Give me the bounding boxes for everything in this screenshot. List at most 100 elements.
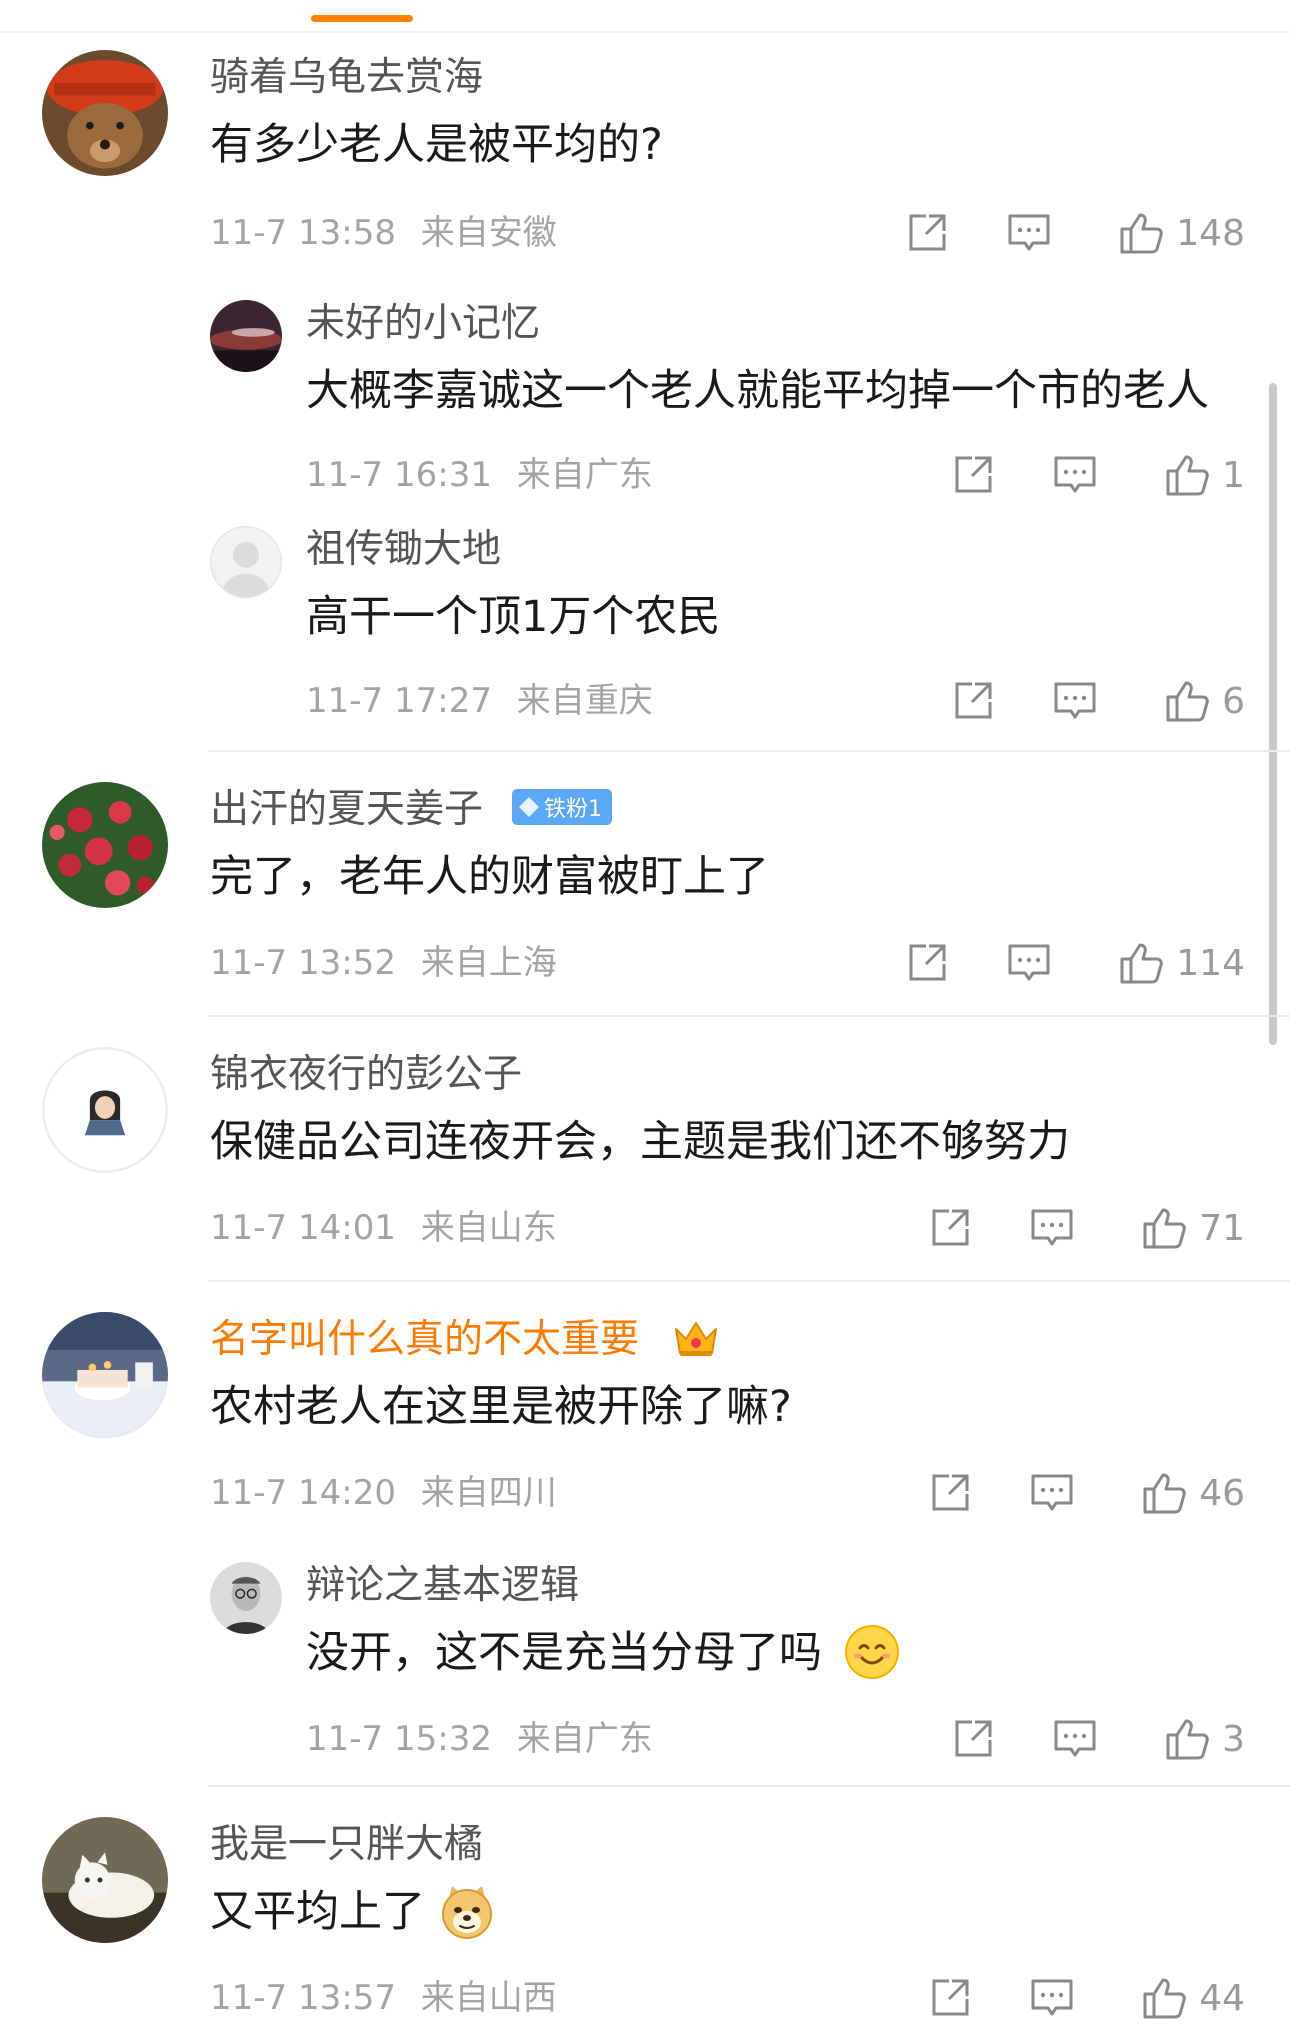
comment-location: 来自山西 [420, 1978, 557, 2018]
smile-emoji [844, 1624, 900, 1684]
comment-meta: 11-7 14:20 来自四川 [210, 1476, 557, 1510]
like-count: 6 [1222, 680, 1245, 722]
diamond-icon [518, 796, 540, 818]
comment-text: 农村老人在这里是被开除了嘛? [210, 1382, 792, 1432]
share-icon[interactable] [950, 1716, 996, 1762]
bear-avatar[interactable] [42, 50, 168, 176]
reply-username[interactable]: 辩论之基本逻辑 [306, 1566, 579, 1605]
comment-icon[interactable] [1052, 452, 1098, 498]
comment-username[interactable]: 骑着乌龟去赏海 [210, 58, 483, 97]
flower-bush-avatar[interactable] [42, 782, 168, 908]
like-button[interactable]: 114 [1118, 940, 1245, 986]
portrait-glasses-avatar[interactable] [210, 1562, 282, 1634]
like-count: 114 [1176, 942, 1245, 984]
comment-actions: 114 [904, 933, 1245, 993]
header-divider [0, 31, 1290, 33]
fan-badge: 铁粉1 [512, 789, 612, 825]
thumbs-up-icon [1164, 1716, 1210, 1762]
comment-time: 11-7 13:58 [210, 213, 396, 253]
thumbs-up-icon [1118, 210, 1164, 256]
like-button[interactable]: 6 [1164, 678, 1245, 724]
scrollbar[interactable] [1269, 383, 1277, 1045]
like-button[interactable]: 148 [1118, 210, 1245, 256]
like-button[interactable]: 71 [1141, 1205, 1245, 1251]
reply-meta: 11-7 17:27 来自重庆 [306, 684, 653, 718]
reply-text: 大概李嘉诚这一个老人就能平均掉一个市的老人 [306, 366, 1209, 416]
comment-meta: 11-7 13:52 来自上海 [210, 946, 557, 980]
reply-location: 来自广东 [516, 455, 653, 495]
thumbs-up-icon [1164, 452, 1210, 498]
reply-actions: 1 [950, 445, 1245, 505]
comment-actions: 46 [927, 1463, 1245, 1523]
reply-actions: 6 [950, 671, 1245, 731]
comment-location: 来自安徽 [420, 213, 557, 253]
fan-badge-label: 铁粉1 [544, 797, 602, 822]
reply-username[interactable]: 祖传锄大地 [306, 530, 501, 569]
share-icon[interactable] [950, 452, 996, 498]
comment-icon[interactable] [1029, 1975, 1075, 2021]
comment-icon[interactable] [1006, 210, 1052, 256]
comment-username[interactable]: 锦衣夜行的彭公子 [210, 1055, 522, 1094]
thumbs-up-icon [1141, 1205, 1187, 1251]
like-button[interactable]: 44 [1141, 1975, 1245, 2021]
comment-icon[interactable] [1052, 1716, 1098, 1762]
active-tab-indicator [311, 15, 413, 22]
comment-divider [208, 1280, 1290, 1282]
reply-time: 11-7 17:27 [306, 681, 492, 721]
reply-location: 来自重庆 [516, 681, 653, 721]
cake-table-avatar[interactable] [42, 1312, 168, 1438]
share-icon[interactable] [927, 1470, 973, 1516]
white-cat-avatar[interactable] [42, 1817, 168, 1943]
default-user-avatar[interactable] [210, 526, 282, 598]
reply-meta: 11-7 16:31 来自广东 [306, 458, 653, 492]
like-count: 3 [1222, 1718, 1245, 1760]
like-button[interactable]: 46 [1141, 1470, 1245, 1516]
reply-username[interactable]: 未好的小记忆 [306, 304, 540, 343]
like-button[interactable]: 3 [1164, 1716, 1245, 1762]
comment-meta: 11-7 13:57 来自山西 [210, 1981, 557, 2015]
comment-meta: 11-7 14:01 来自山东 [210, 1211, 557, 1245]
comment-divider [208, 750, 1290, 752]
comment-icon[interactable] [1029, 1205, 1075, 1251]
comment-icon[interactable] [1052, 678, 1098, 724]
comment-icon[interactable] [1029, 1470, 1075, 1516]
comment-actions: 148 [904, 203, 1245, 263]
comment-icon[interactable] [1006, 940, 1052, 986]
comment-text: 完了，老年人的财富被盯上了 [210, 852, 769, 902]
reply-text: 没开，这不是充当分母了吗 [306, 1628, 822, 1678]
like-count: 71 [1199, 1207, 1245, 1249]
comment-username[interactable]: 出汗的夏天姜子 [210, 790, 483, 829]
share-icon[interactable] [904, 210, 950, 256]
comment-location: 来自四川 [420, 1473, 557, 1513]
comment-actions: 71 [927, 1198, 1245, 1258]
comment-divider [208, 1785, 1290, 1787]
share-icon[interactable] [927, 1975, 973, 2021]
dark-sky-avatar[interactable] [210, 300, 282, 372]
reply-time: 11-7 15:32 [306, 1719, 492, 1759]
comment-time: 11-7 14:20 [210, 1473, 396, 1513]
share-icon[interactable] [904, 940, 950, 986]
thumbs-up-icon [1141, 1470, 1187, 1516]
comment-time: 11-7 13:57 [210, 1978, 396, 2018]
crown-badge-icon [672, 1315, 720, 1363]
reply-text: 高干一个顶1万个农民 [306, 592, 721, 642]
like-count: 148 [1176, 212, 1245, 254]
thumbs-up-icon [1118, 940, 1164, 986]
comment-username[interactable]: 我是一只胖大橘 [210, 1825, 483, 1864]
comment-actions: 44 [927, 1968, 1245, 2028]
cartoon-character-avatar[interactable] [42, 1047, 168, 1173]
comment-text: 又平均上了 [210, 1887, 425, 1937]
comment-location: 来自上海 [420, 943, 557, 983]
comment-location: 来自山东 [420, 1208, 557, 1248]
comment-text: 有多少老人是被平均的? [210, 120, 663, 170]
thumbs-up-icon [1164, 678, 1210, 724]
like-button[interactable]: 1 [1164, 452, 1245, 498]
comment-username[interactable]: 名字叫什么真的不太重要 [210, 1320, 639, 1359]
comment-time: 11-7 14:01 [210, 1208, 396, 1248]
reply-actions: 3 [950, 1709, 1245, 1769]
reply-location: 来自广东 [516, 1719, 653, 1759]
share-icon[interactable] [950, 678, 996, 724]
comment-divider [208, 1015, 1290, 1017]
share-icon[interactable] [927, 1205, 973, 1251]
comment-meta: 11-7 13:58 来自安徽 [210, 216, 557, 250]
